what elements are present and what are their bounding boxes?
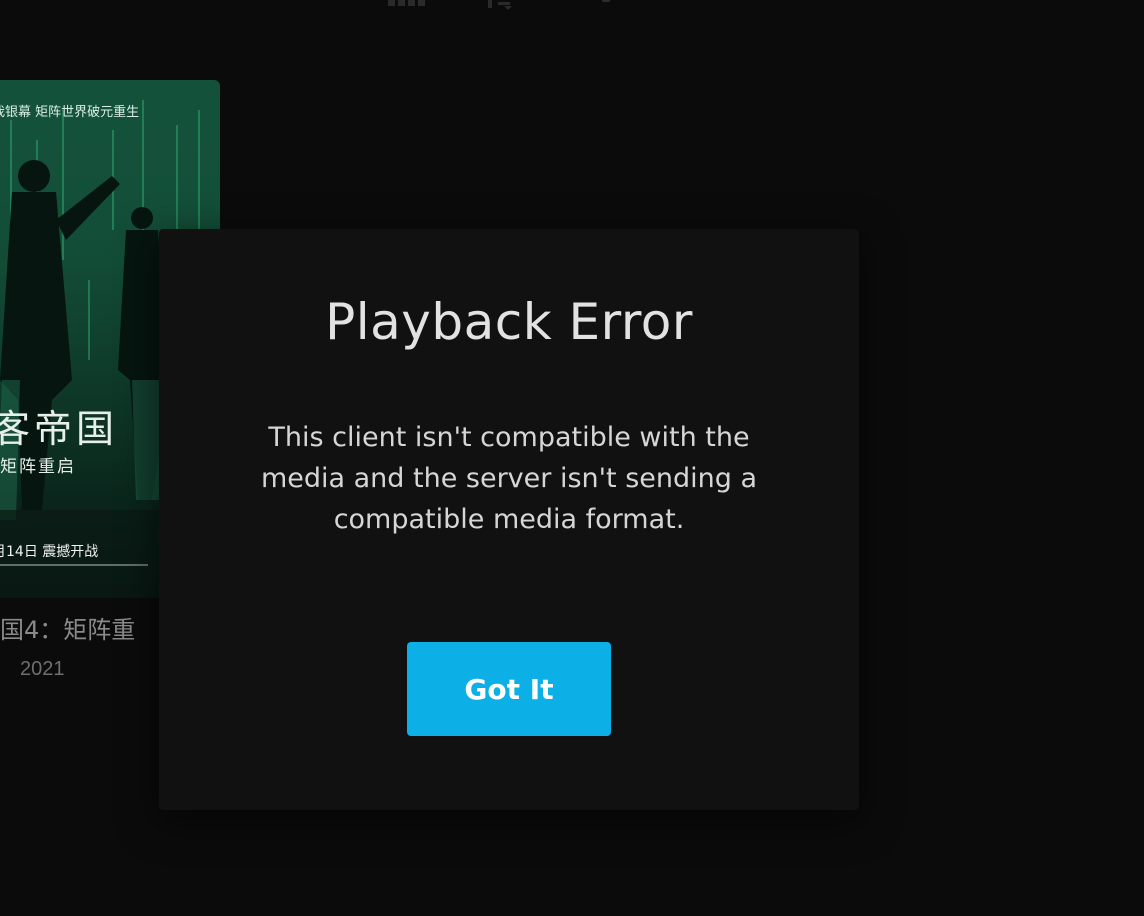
- dialog-title: Playback Error: [325, 293, 693, 351]
- sort-icon[interactable]: [488, 0, 528, 10]
- poster-title-large: 客帝国: [0, 407, 118, 451]
- poster-subtitle: 矩阵重启: [0, 457, 76, 477]
- grid-view-icon[interactable]: [388, 0, 430, 6]
- app-stage: 我银幕 矩阵世界破元重生 客帝国 矩阵重启 月14日 震撼开战 国4：矩阵重 2…: [0, 0, 1144, 916]
- poster-tagline: 我银幕 矩阵世界破元重生: [0, 104, 139, 120]
- poster-card-title[interactable]: 国4：矩阵重: [0, 610, 160, 645]
- top-toolbar: [388, 0, 628, 10]
- dialog-message: This client isn't compatible with the me…: [260, 422, 758, 535]
- playback-error-dialog: Playback Error This client isn't compati…: [159, 229, 859, 810]
- poster-card-year: 2021: [20, 658, 65, 680]
- filter-icon[interactable]: [602, 0, 610, 2]
- poster-release-line: 月14日 震撼开战: [0, 544, 98, 560]
- got-it-button[interactable]: Got It: [407, 642, 611, 736]
